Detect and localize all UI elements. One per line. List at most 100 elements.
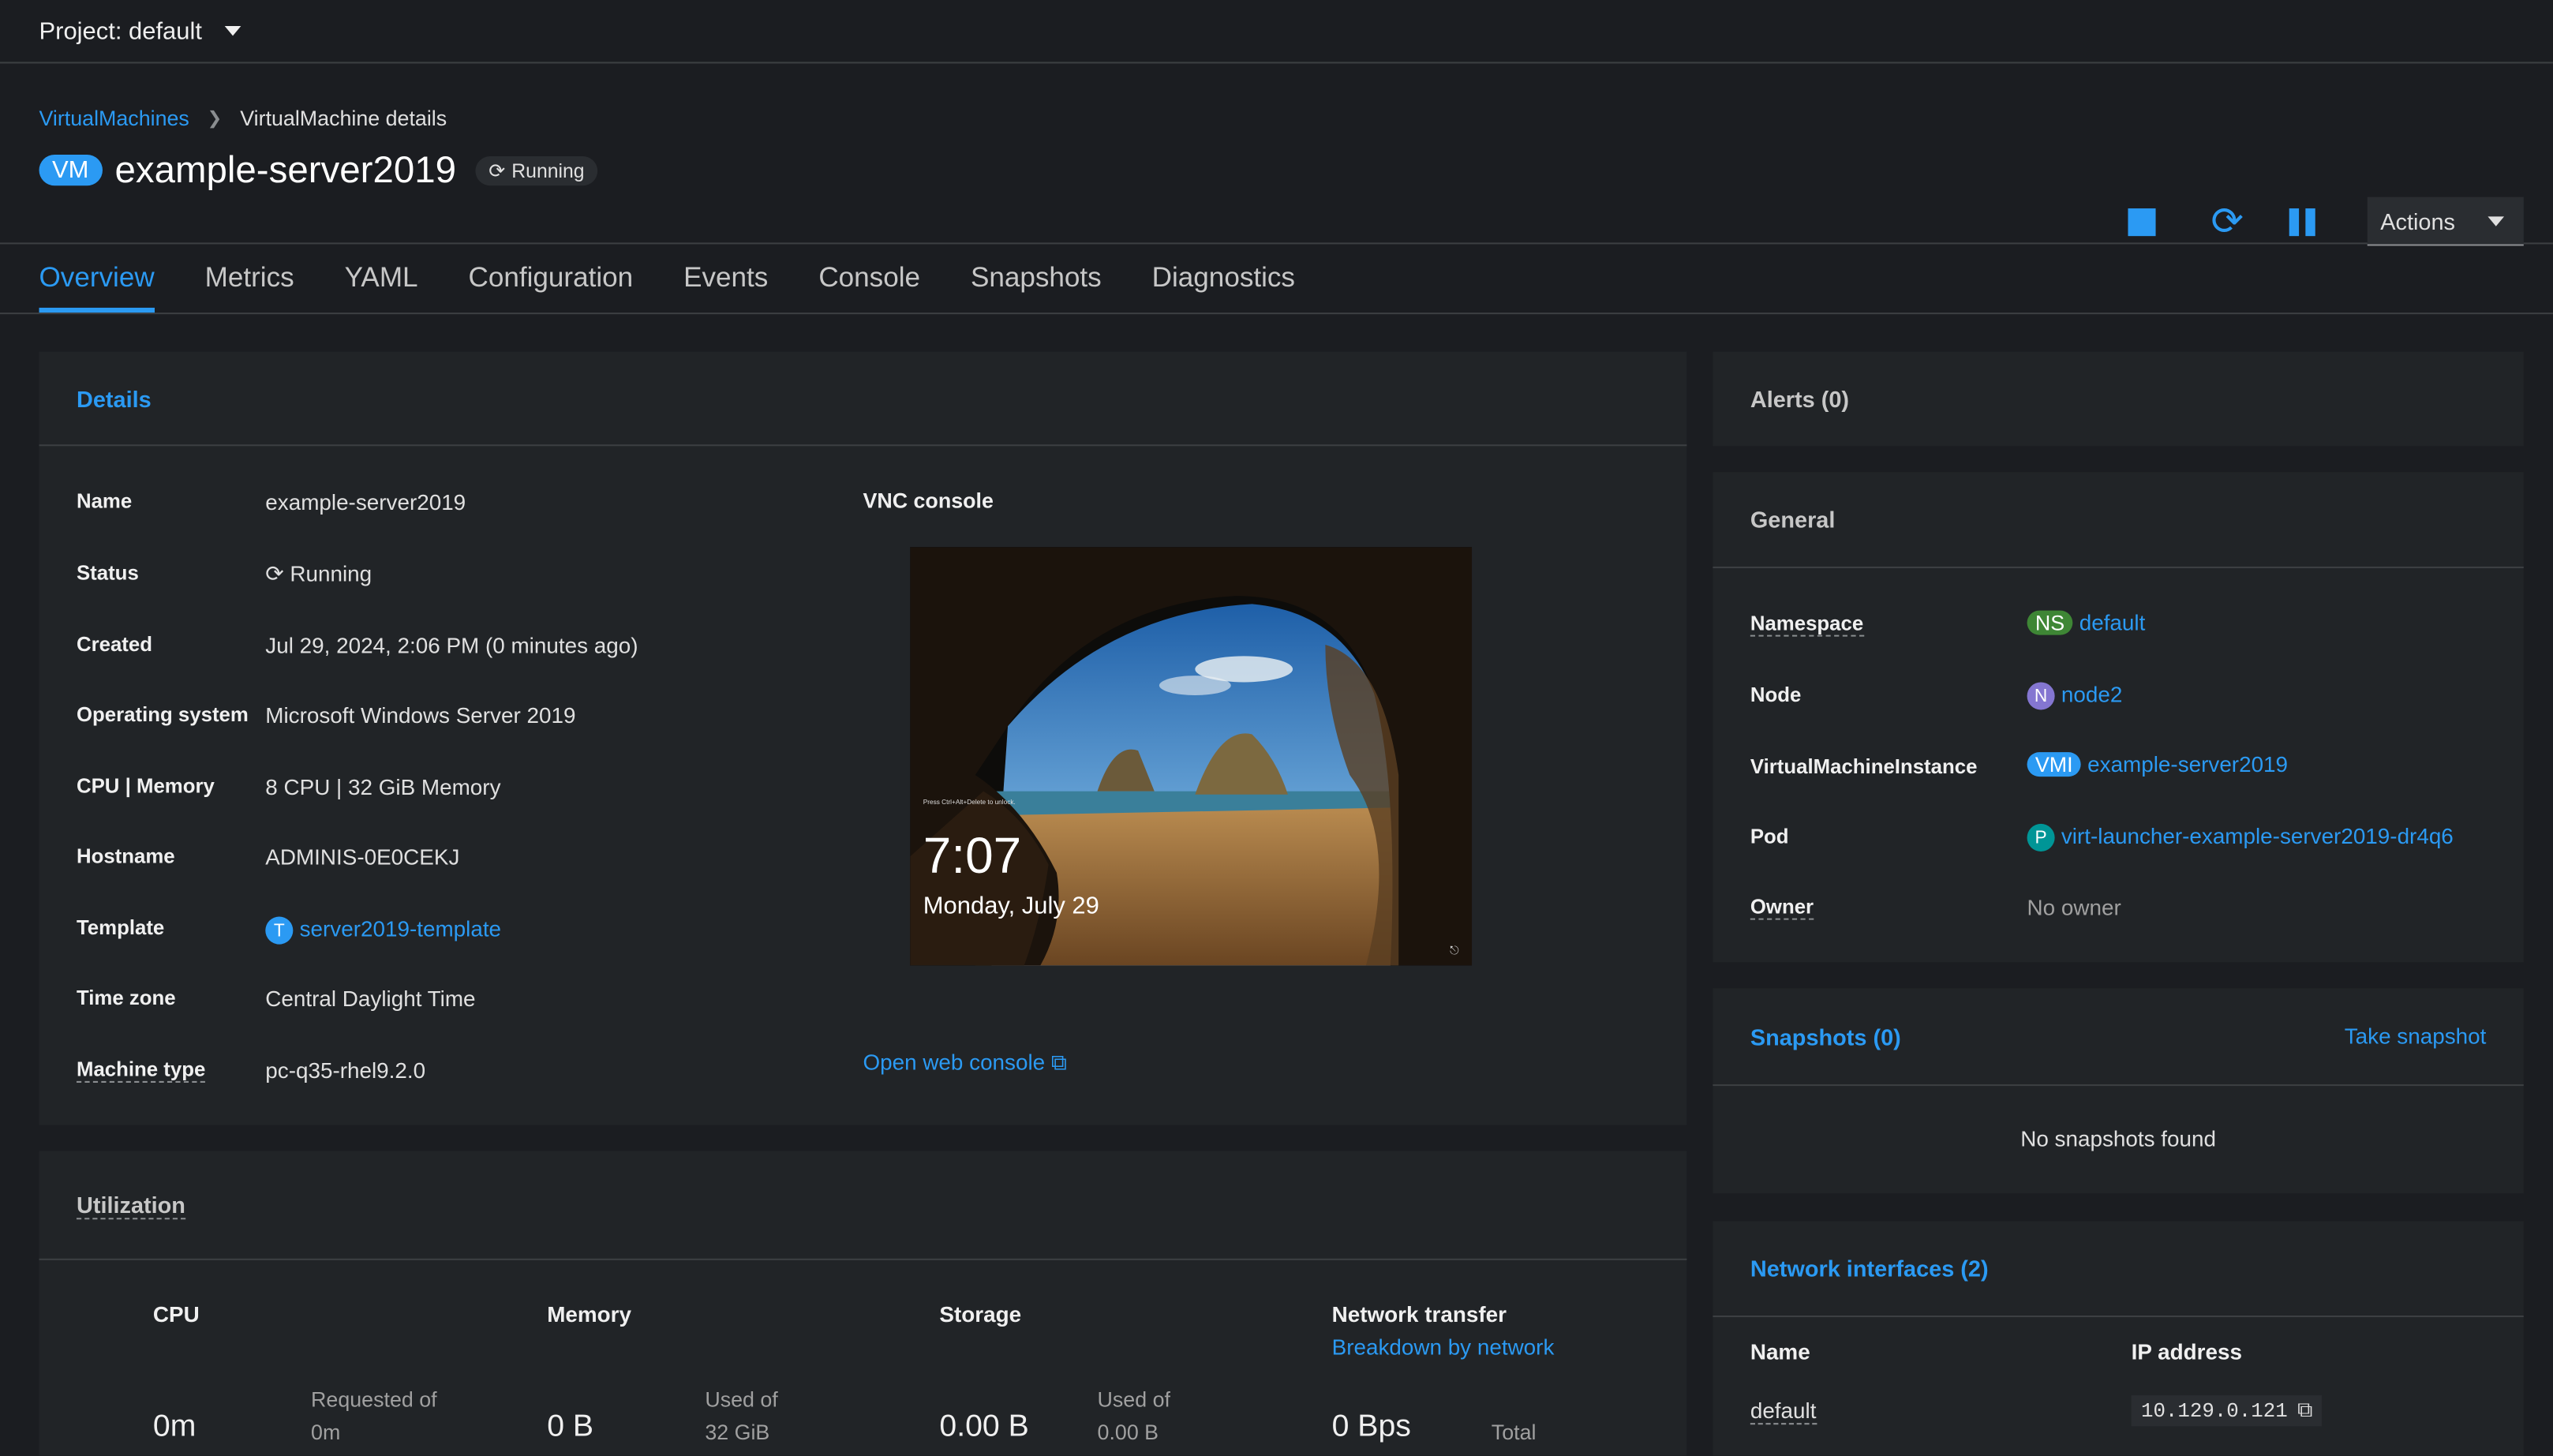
snapshots-header: Snapshots (0) Take snapshot (1713, 988, 2524, 1087)
breadcrumb-virtualmachines-link[interactable]: VirtualMachines (39, 106, 189, 130)
pause-button[interactable] (2289, 208, 2315, 236)
owner-label[interactable]: Owner (1750, 896, 1814, 920)
storage-value: 0.00 B (939, 1409, 1029, 1444)
ip-address-field: 10.129.0.121 ⧉ (2131, 1395, 2323, 1427)
restart-button[interactable]: ⟳ (2210, 202, 2243, 241)
utilization-title[interactable]: Utilization (76, 1191, 185, 1219)
template-link[interactable]: server2019-template (300, 917, 501, 941)
namespace-link[interactable]: default (2079, 611, 2146, 635)
vnc-console-title: VNC console (863, 488, 994, 513)
status-value[interactable]: ⟳ Running (265, 562, 372, 588)
chevron-down-icon (2487, 215, 2505, 226)
column-header-name: Name (1750, 1339, 1810, 1364)
vm-badge: VM (39, 154, 102, 186)
breakdown-by-network-link[interactable]: Breakdown by network (1332, 1335, 1555, 1360)
actions-dropdown[interactable]: Actions (2367, 197, 2524, 246)
memory-sub2: 32 GiB (705, 1420, 770, 1444)
vnc-console-screen[interactable]: Press Ctrl+Alt+Delete to unlock. 7:07 Mo… (910, 547, 1473, 966)
breadcrumb-current: VirtualMachine details (240, 106, 447, 131)
copy-icon[interactable]: ⧉ (2297, 1398, 2312, 1423)
page-title: example-server2019 (114, 148, 457, 191)
cpu-sub1: Requested of (311, 1387, 437, 1412)
network-title: Network transfer (1331, 1302, 1507, 1327)
template-badge: T (265, 916, 294, 945)
sync-icon: ⟳ (265, 561, 284, 586)
namespace-badge: NS (2027, 610, 2073, 635)
open-web-console-link[interactable]: Open web console ⧉ (863, 1050, 1066, 1076)
external-link-icon: ⧉ (1050, 1050, 1067, 1075)
pod-value[interactable]: Pvirt-launcher-example-server2019-dr4q6 (2027, 823, 2454, 852)
snapshots-title[interactable]: Snapshots (0) (1750, 1024, 1901, 1050)
detail-label: Template (76, 916, 165, 940)
tab-metrics[interactable]: Metrics (205, 244, 294, 313)
tab-bar: Overview Metrics YAML Configuration Even… (0, 244, 2553, 315)
network-interfaces-title[interactable]: Network interfaces (2) (1713, 1221, 2524, 1318)
detail-label: Hostname (76, 844, 175, 868)
tab-diagnostics[interactable]: Diagnostics (1152, 244, 1295, 313)
take-snapshot-button[interactable]: Take snapshot (2345, 1024, 2487, 1049)
tab-snapshots[interactable]: Snapshots (971, 244, 1102, 313)
node-badge: N (2027, 682, 2055, 710)
restart-icon: ⟳ (2210, 199, 2244, 244)
interface-name[interactable]: default (1750, 1398, 1817, 1425)
network-interfaces-card: Network interfaces (2) (1713, 1221, 2524, 1456)
lockscreen-date: Monday, July 29 (923, 892, 1099, 920)
detail-value: example-server2019 (265, 489, 466, 515)
alerts-card: Alerts (0) (1713, 351, 2524, 447)
vmi-label: VirtualMachineInstance (1750, 755, 1978, 779)
cpu-value: 0m (152, 1409, 197, 1444)
stop-button[interactable] (2128, 208, 2156, 236)
tab-yaml[interactable]: YAML (345, 244, 418, 313)
network-value: 0 Bps (1331, 1409, 1411, 1444)
alerts-title[interactable]: Alerts (0) (1713, 352, 2523, 447)
tab-overview[interactable]: Overview (39, 244, 155, 313)
pod-link[interactable]: virt-launcher-example-server2019-dr4q6 (2061, 824, 2454, 848)
status-text: Running (290, 561, 372, 586)
ip-address-value: 10.129.0.121 (2140, 1399, 2288, 1423)
chevron-down-icon (224, 26, 241, 36)
detail-label: Time zone (76, 986, 176, 1010)
template-value[interactable]: Tserver2019-template (265, 916, 501, 945)
general-title: General (1713, 472, 2524, 569)
node-label: Node (1750, 683, 1802, 707)
pause-icon-bar (2305, 208, 2315, 236)
detail-label: Status (76, 561, 139, 585)
detail-value: Microsoft Windows Server 2019 (265, 703, 576, 728)
title-row: VM example-server2019 ⟳ Running (39, 148, 598, 193)
namespace-label[interactable]: Namespace (1750, 612, 1864, 637)
detail-label: Created (76, 633, 152, 657)
cpu-sub2: 0m (311, 1420, 341, 1444)
general-card: General (1713, 472, 2524, 963)
pod-label: Pod (1750, 825, 1789, 848)
detail-label: CPU | Memory (76, 775, 215, 798)
node-link[interactable]: node2 (2061, 683, 2122, 707)
breadcrumb: VirtualMachines ❯ VirtualMachine details (39, 106, 447, 130)
namespace-value[interactable]: NS default (2027, 610, 2146, 635)
detail-label[interactable]: Machine type (76, 1058, 206, 1083)
memory-sub1: Used of (705, 1387, 778, 1412)
vmi-value[interactable]: VMI example-server2019 (2027, 752, 2288, 777)
tab-configuration[interactable]: Configuration (469, 244, 634, 313)
detail-value: Jul 29, 2024, 2:06 PM (0 minutes ago) (265, 633, 638, 658)
detail-value: ADMINIS-0E0CEKJ (265, 844, 460, 870)
vmi-badge: VMI (2027, 752, 2081, 777)
storage-sub1: Used of (1097, 1387, 1170, 1412)
tab-events[interactable]: Events (683, 244, 768, 313)
network-sub1: Total (1491, 1420, 1537, 1444)
detail-value: pc-q35-rhel9.2.0 (265, 1058, 426, 1083)
memory-value: 0 B (547, 1409, 594, 1444)
detail-value: 8 CPU | 32 GiB Memory (265, 775, 501, 799)
node-value[interactable]: Nnode2 (2027, 682, 2122, 710)
project-selector[interactable]: Project: default (0, 0, 2553, 64)
owner-value: No owner (2027, 895, 2121, 920)
open-web-console-label: Open web console (863, 1050, 1046, 1075)
sync-icon: ⟳ (489, 159, 506, 182)
details-title[interactable]: Details (39, 352, 1687, 447)
vmi-link[interactable]: example-server2019 (2087, 752, 2288, 777)
status-badge: ⟳ Running (475, 155, 598, 185)
snapshots-card: Snapshots (0) Take snapshot No snapshots… (1713, 988, 2524, 1194)
tab-console[interactable]: Console (818, 244, 920, 313)
status-badge-label: Running (511, 159, 585, 182)
project-label: Project: default (39, 17, 202, 45)
cpu-title: CPU (152, 1302, 200, 1327)
